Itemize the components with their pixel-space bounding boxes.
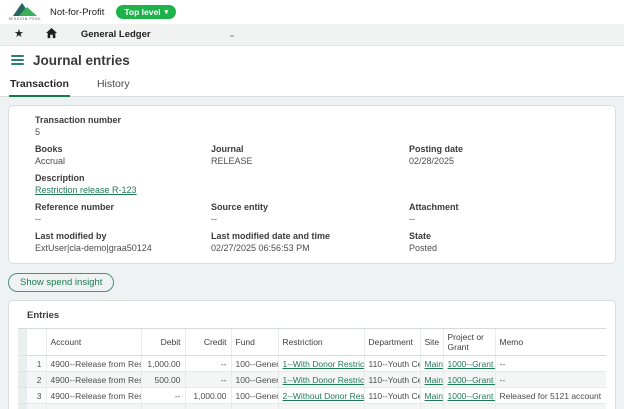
field-attachment: Attachment -- bbox=[409, 202, 605, 224]
field-posting-date: Posting date 02/28/2025 bbox=[409, 144, 605, 166]
field-state: State Posted bbox=[409, 231, 605, 253]
field-last-modified-by: Last modified by ExtUser|cla-demo|graa50… bbox=[35, 231, 211, 253]
cell-fund: 100--General bbox=[231, 356, 278, 372]
cell-fund: 100--General bbox=[231, 372, 278, 388]
field-last-modified-datetime: Last modified date and time 02/27/2025 0… bbox=[211, 231, 409, 253]
cell-account: 4900--Release from Restriction bbox=[46, 388, 141, 404]
cell-department: 110--Youth Center bbox=[364, 388, 420, 404]
home-icon[interactable] bbox=[46, 28, 57, 42]
navigation-bar: ★ General Ledger ⌄ bbox=[0, 24, 624, 46]
chevron-down-icon: ⌄ bbox=[229, 30, 236, 39]
field-reference-number: Reference number -- bbox=[35, 202, 211, 224]
tab-bar: Transaction History bbox=[0, 74, 624, 97]
field-description: Description Restriction release R-123 bbox=[35, 173, 605, 195]
cell-account: 4900--Release from Restriction bbox=[46, 404, 141, 409]
cell-department: 110--Youth Center bbox=[364, 404, 420, 409]
entity-selector-label: Top level bbox=[124, 7, 160, 17]
cell-debit: 1,000.00 bbox=[141, 356, 185, 372]
page-title-bar: Journal entries bbox=[0, 46, 624, 74]
entries-heading: Entries bbox=[27, 310, 606, 321]
col-department: Department bbox=[364, 329, 420, 356]
field-source-entity: Source entity -- bbox=[211, 202, 409, 224]
cell-department: 110--Youth Center bbox=[364, 356, 420, 372]
project-link[interactable]: 1000--Grant #1 bbox=[448, 375, 496, 385]
cell-account: 4900--Release from Restriction bbox=[46, 372, 141, 388]
tab-transaction[interactable]: Transaction bbox=[9, 74, 70, 97]
cell-department: 110--Youth Center bbox=[364, 372, 420, 388]
cell-credit: -- bbox=[185, 372, 231, 388]
description-link[interactable]: Restriction release R-123 bbox=[35, 185, 137, 195]
company-name: Not-for-Profit bbox=[50, 7, 104, 18]
page-title: Journal entries bbox=[33, 53, 130, 68]
cell-account: 4900--Release from Restriction bbox=[46, 356, 141, 372]
field-transaction-number: Transaction number 5 bbox=[35, 115, 605, 137]
show-spend-insight-button[interactable]: Show spend insight bbox=[8, 273, 114, 292]
col-site: Site bbox=[420, 329, 443, 356]
field-books: Books Accrual bbox=[35, 144, 211, 166]
module-selector[interactable]: General Ledger ⌄ bbox=[81, 29, 235, 40]
top-header-bar: MISSION PEAK Not-for-Profit Top level ▾ bbox=[0, 0, 624, 24]
favorites-star-icon[interactable]: ★ bbox=[14, 29, 24, 40]
cell-fund: 100--General bbox=[231, 404, 278, 409]
logo-caption: MISSION PEAK bbox=[9, 17, 41, 21]
site-link[interactable]: Main bbox=[425, 391, 443, 401]
col-account: Account bbox=[46, 329, 141, 356]
cell-credit: 500.00 bbox=[185, 404, 231, 409]
list-menu-icon[interactable] bbox=[11, 55, 24, 65]
project-link[interactable]: 1000--Grant #1 bbox=[448, 359, 496, 369]
col-credit: Credit bbox=[185, 329, 231, 356]
col-debit: Debit bbox=[141, 329, 185, 356]
col-fund: Fund bbox=[231, 329, 278, 356]
restriction-link[interactable]: 1--With Donor Restriction bbox=[283, 375, 365, 385]
cell-memo: -- bbox=[495, 356, 606, 372]
table-row: 2 4900--Release from Restriction 500.00 … bbox=[18, 372, 606, 388]
cell-memo: Released for 5305 account bbox=[495, 404, 606, 409]
chevron-down-icon: ▾ bbox=[165, 9, 169, 16]
restriction-link[interactable]: 1--With Donor Restriction bbox=[283, 359, 365, 369]
restriction-link[interactable]: 2--Without Donor Restriction bbox=[283, 391, 365, 401]
cell-credit: 1,000.00 bbox=[185, 388, 231, 404]
entries-table: Account Debit Credit Fund Restriction De… bbox=[18, 328, 606, 409]
entries-panel: Entries Account Debit Credit Fund Restri… bbox=[8, 300, 616, 409]
table-row: 1 4900--Release from Restriction 1,000.0… bbox=[18, 356, 606, 372]
col-memo: Memo bbox=[495, 329, 606, 356]
mountain-logo-icon bbox=[13, 3, 37, 16]
table-row: 3 4900--Release from Restriction -- 1,00… bbox=[18, 388, 606, 404]
mission-peak-logo: MISSION PEAK bbox=[8, 3, 42, 21]
entity-selector-button[interactable]: Top level ▾ bbox=[116, 5, 176, 19]
cell-memo: Released for 5121 account bbox=[495, 388, 606, 404]
content-area: Transaction number 5 Books Accrual Journ… bbox=[0, 97, 624, 409]
module-selector-label: General Ledger bbox=[81, 29, 151, 40]
transaction-details-panel: Transaction number 5 Books Accrual Journ… bbox=[8, 105, 616, 264]
cell-credit: -- bbox=[185, 356, 231, 372]
cell-debit: -- bbox=[141, 404, 185, 409]
cell-memo: -- bbox=[495, 372, 606, 388]
cell-debit: -- bbox=[141, 388, 185, 404]
col-project-or-grant: Project or Grant bbox=[443, 329, 495, 356]
cell-fund: 100--General bbox=[231, 388, 278, 404]
table-row: 4 4900--Release from Restriction -- 500.… bbox=[18, 404, 606, 409]
project-link[interactable]: 1000--Grant #1 bbox=[448, 391, 496, 401]
tab-history[interactable]: History bbox=[96, 74, 131, 96]
site-link[interactable]: Main bbox=[425, 359, 443, 369]
col-restriction: Restriction bbox=[278, 329, 364, 356]
cell-debit: 500.00 bbox=[141, 372, 185, 388]
field-journal: Journal RELEASE bbox=[211, 144, 409, 166]
table-header-row: Account Debit Credit Fund Restriction De… bbox=[18, 329, 606, 356]
site-link[interactable]: Main bbox=[425, 375, 443, 385]
